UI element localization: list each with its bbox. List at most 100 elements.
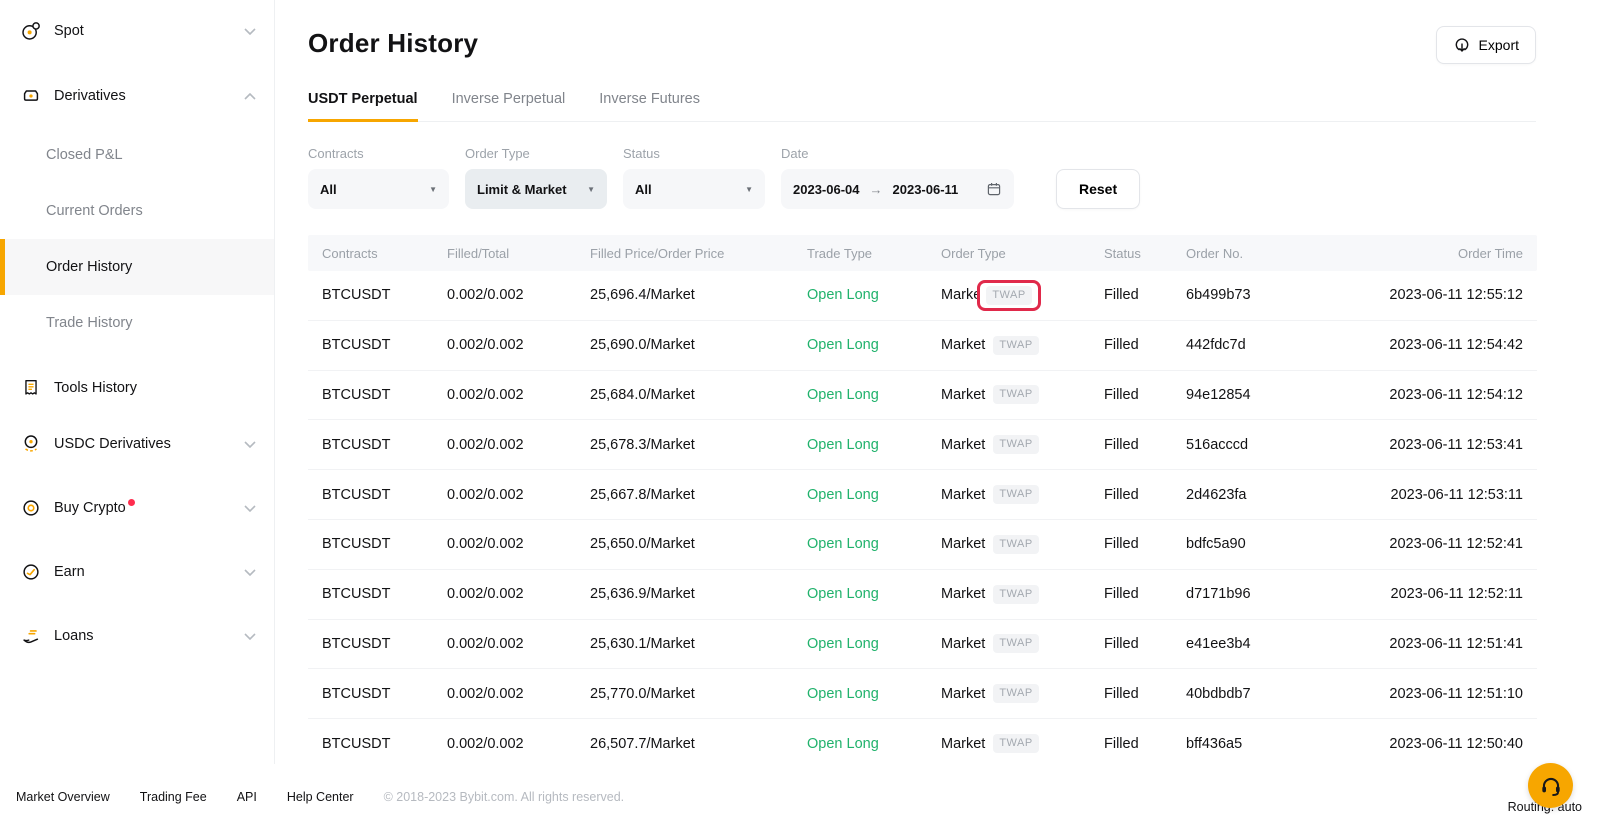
cell-status: Filled xyxy=(1104,337,1186,353)
caret-down-icon: ▼ xyxy=(579,185,595,194)
table-row: BTCUSDT 0.002/0.002 25,636.9/Market Open… xyxy=(308,570,1537,620)
tab-usdt-perpetual[interactable]: USDT Perpetual xyxy=(308,91,418,107)
order-type-text: Market xyxy=(941,586,985,602)
cell-order-time: 2023-06-11 12:50:40 xyxy=(1336,736,1537,752)
tab-inverse-perpetual[interactable]: Inverse Perpetual xyxy=(452,91,566,107)
filter-label: Date xyxy=(781,146,1014,161)
export-button[interactable]: Export xyxy=(1436,26,1536,64)
cell-status: Filled xyxy=(1104,586,1186,602)
cell-order-time: 2023-06-11 12:52:41 xyxy=(1336,536,1537,552)
usdc-derivatives-icon xyxy=(20,433,42,455)
reset-button[interactable]: Reset xyxy=(1056,169,1140,209)
cell-order-no: d7171b96 xyxy=(1186,586,1336,602)
sidebar-item-loans[interactable]: Loans xyxy=(0,613,274,659)
footer: Market Overview Trading Fee API Help Cen… xyxy=(0,764,1600,830)
filter-label: Order Type xyxy=(465,146,607,161)
table-body: BTCUSDT 0.002/0.002 25,696.4/Market Open… xyxy=(308,271,1537,769)
contracts-select[interactable]: All ▼ xyxy=(308,169,449,209)
cell-order-time: 2023-06-11 12:54:42 xyxy=(1336,337,1537,353)
cell-status: Filled xyxy=(1104,536,1186,552)
cell-trade-type: Open Long xyxy=(807,686,941,702)
chevron-down-icon xyxy=(244,633,256,640)
order-type-text: Market xyxy=(941,536,985,552)
order-history-page: Spot Derivatives Closed P&L Current Orde… xyxy=(0,0,1600,830)
col-contracts: Contracts xyxy=(308,246,447,261)
twap-annotation-box: TWAP xyxy=(993,435,1038,454)
sidebar-item-tools-history[interactable]: Tools History xyxy=(0,365,274,411)
tools-history-icon xyxy=(20,377,42,399)
support-chat-button[interactable] xyxy=(1528,763,1573,808)
cell-contracts: BTCUSDT xyxy=(308,437,447,453)
sidebar-item-derivatives[interactable]: Derivatives xyxy=(0,73,274,119)
sidebar-item-trade-history[interactable]: Trade History xyxy=(0,295,274,351)
date-from-value: 2023-06-04 xyxy=(793,182,860,197)
cell-status: Filled xyxy=(1104,686,1186,702)
cell-contracts: BTCUSDT xyxy=(308,736,447,752)
col-order-no: Order No. xyxy=(1186,246,1336,261)
filter-status: Status All ▼ xyxy=(623,146,765,209)
cell-filled-price: 25,696.4/Market xyxy=(590,287,807,303)
cell-filled-price: 26,507.7/Market xyxy=(590,736,807,752)
tab-inverse-futures[interactable]: Inverse Futures xyxy=(599,91,700,107)
chevron-down-icon xyxy=(244,28,256,35)
table-row: BTCUSDT 0.002/0.002 25,696.4/Market Open… xyxy=(308,271,1537,321)
footer-link-trading-fee[interactable]: Trading Fee xyxy=(140,790,207,804)
twap-badge: TWAP xyxy=(993,684,1038,703)
order-type-text: Market xyxy=(941,437,985,453)
notification-dot xyxy=(128,499,135,506)
sidebar-item-current-orders[interactable]: Current Orders xyxy=(0,183,274,239)
twap-badge: TWAP xyxy=(993,385,1038,404)
filter-label: Contracts xyxy=(308,146,449,161)
table-row: BTCUSDT 0.002/0.002 25,770.0/Market Open… xyxy=(308,669,1537,719)
sidebar-item-order-history[interactable]: Order History xyxy=(0,239,274,295)
cell-order-no: 40bdbdb7 xyxy=(1186,686,1336,702)
cell-contracts: BTCUSDT xyxy=(308,586,447,602)
cell-order-type: Market TWAP xyxy=(941,684,1104,703)
cell-order-time: 2023-06-11 12:54:12 xyxy=(1336,387,1537,403)
sidebar-item-spot[interactable]: Spot xyxy=(0,8,274,54)
cell-order-type: Market TWAP xyxy=(941,585,1104,604)
order-type-text: Market xyxy=(941,387,985,403)
sidebar-item-label: USDC Derivatives xyxy=(54,436,171,452)
cell-contracts: BTCUSDT xyxy=(308,686,447,702)
date-range-picker[interactable]: 2023-06-04 → 2023-06-11 xyxy=(781,169,1014,209)
twap-badge: TWAP xyxy=(993,585,1038,604)
derivatives-icon xyxy=(20,85,42,107)
cell-trade-type: Open Long xyxy=(807,287,941,303)
twap-badge: TWAP xyxy=(993,435,1038,454)
tab-bar: USDT Perpetual Inverse Perpetual Inverse… xyxy=(308,91,1536,122)
filter-bar: Contracts All ▼ Order Type Limit & Marke… xyxy=(308,146,1600,209)
cell-status: Filled xyxy=(1104,287,1186,303)
cell-trade-type: Open Long xyxy=(807,586,941,602)
cell-status: Filled xyxy=(1104,387,1186,403)
cell-filled-total: 0.002/0.002 xyxy=(447,586,590,602)
sidebar-item-closed-pnl[interactable]: Closed P&L xyxy=(0,127,274,183)
table-row: BTCUSDT 0.002/0.002 25,630.1/Market Open… xyxy=(308,620,1537,670)
twap-badge: TWAP xyxy=(986,286,1031,305)
sidebar-item-usdc-derivatives[interactable]: USDC Derivatives xyxy=(0,421,274,467)
footer-link-market-overview[interactable]: Market Overview xyxy=(16,790,110,804)
cell-filled-total: 0.002/0.002 xyxy=(447,387,590,403)
twap-annotation-box: TWAP xyxy=(993,585,1038,604)
cell-trade-type: Open Long xyxy=(807,387,941,403)
sidebar-subitem-label: Current Orders xyxy=(46,203,143,219)
sidebar-item-buy-crypto[interactable]: Buy Crypto xyxy=(0,485,274,531)
cell-trade-type: Open Long xyxy=(807,337,941,353)
order-type-select[interactable]: Limit & Market ▼ xyxy=(465,169,607,209)
sidebar-item-earn[interactable]: Earn xyxy=(0,549,274,595)
cell-order-type: Market TWAP xyxy=(941,734,1104,753)
twap-annotation-box: TWAP xyxy=(977,280,1040,311)
sidebar-item-label: Loans xyxy=(54,628,94,644)
twap-badge: TWAP xyxy=(993,734,1038,753)
cell-order-time: 2023-06-11 12:51:41 xyxy=(1336,636,1537,652)
cell-filled-total: 0.002/0.002 xyxy=(447,337,590,353)
loans-icon xyxy=(20,625,42,647)
status-select[interactable]: All ▼ xyxy=(623,169,765,209)
table-row: BTCUSDT 0.002/0.002 25,678.3/Market Open… xyxy=(308,420,1537,470)
cell-contracts: BTCUSDT xyxy=(308,387,447,403)
twap-annotation-box: TWAP xyxy=(993,336,1038,355)
table-row: BTCUSDT 0.002/0.002 25,650.0/Market Open… xyxy=(308,520,1537,570)
twap-annotation-box: TWAP xyxy=(993,684,1038,703)
footer-link-help-center[interactable]: Help Center xyxy=(287,790,354,804)
footer-link-api[interactable]: API xyxy=(237,790,257,804)
